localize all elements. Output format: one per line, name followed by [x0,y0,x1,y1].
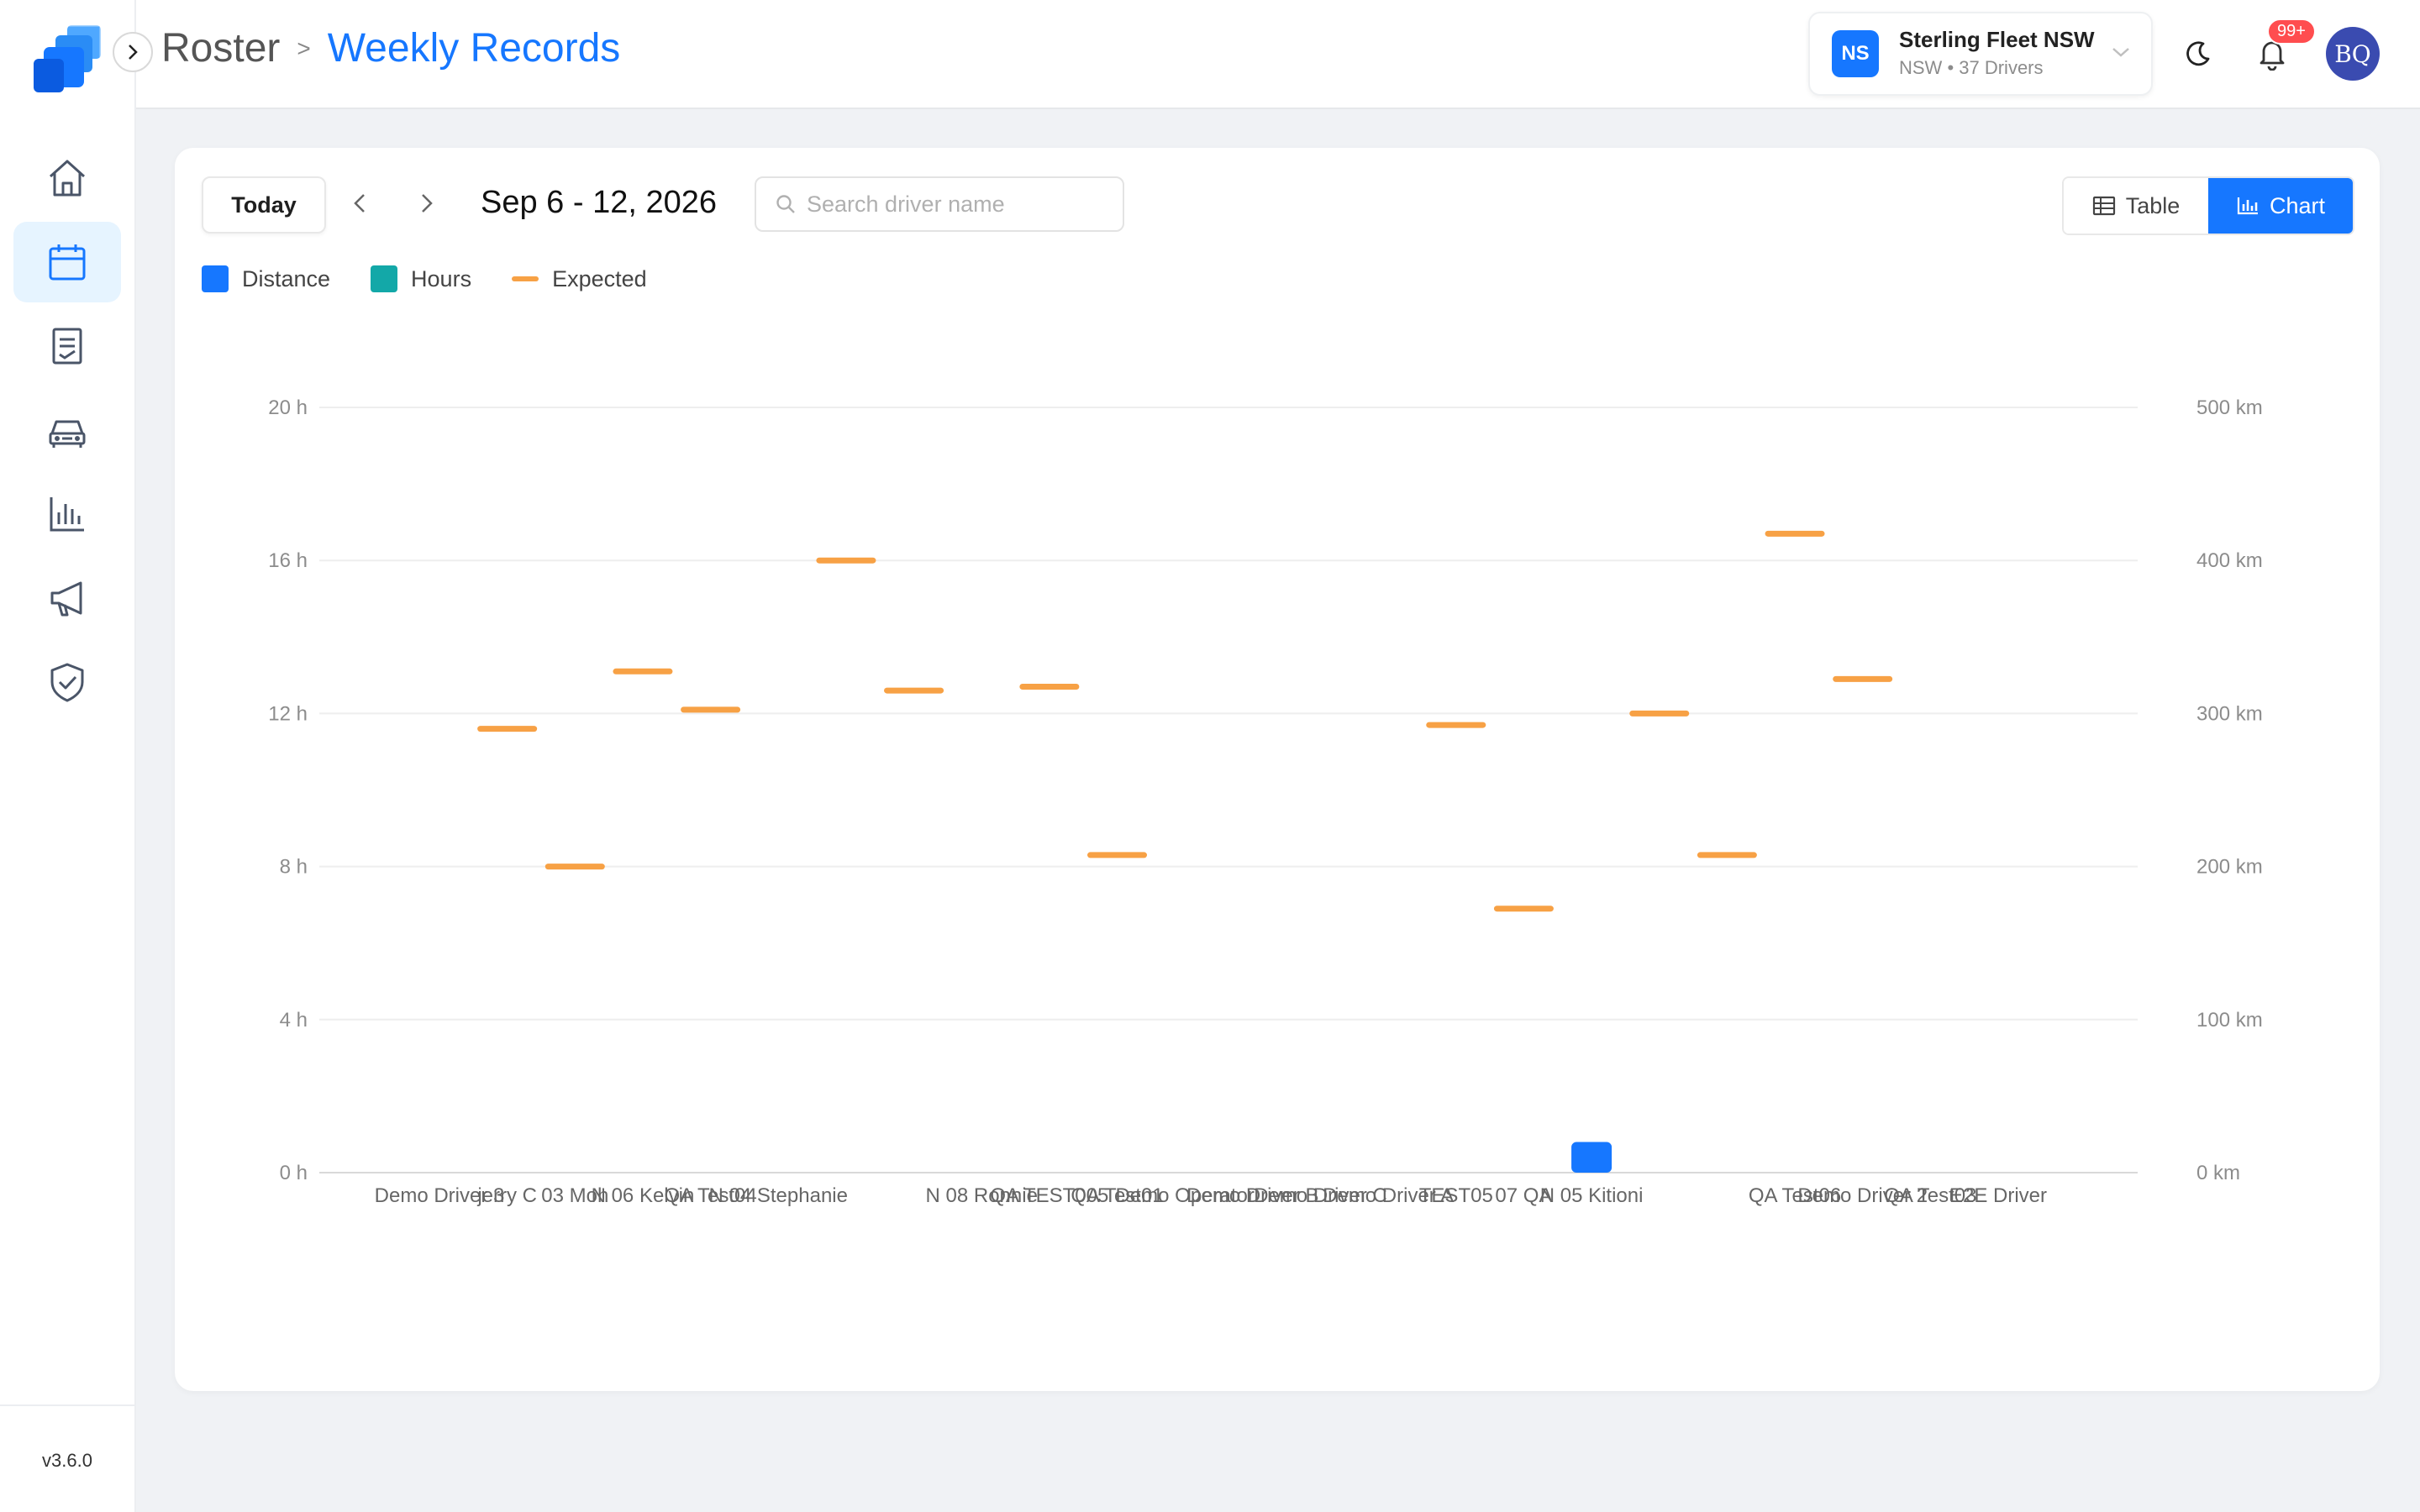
legend-label-expected: Expected [552,265,647,291]
table-view-button[interactable]: Table [2064,178,2208,234]
page-title: Weekly Records [327,26,621,71]
nav-roster[interactable] [13,222,121,302]
breadcrumb-separator: > [297,34,311,61]
org-subtitle: NSW • 37 Drivers [1899,57,2044,78]
date-range-label: Sep 6 - 12, 2026 [481,185,717,220]
y-left-tick-label: 4 h [280,1009,308,1032]
breadcrumb: Roster > Weekly Records [161,25,620,71]
theme-toggle-button[interactable] [2178,34,2218,74]
x-category-label: jerry C [476,1184,537,1207]
y-left-tick-label: 12 h [268,702,308,725]
home-icon [49,160,86,197]
legend-item-expected[interactable]: Expected [512,266,647,292]
app-version: v3.6.0 [42,1450,92,1471]
org-name: Sterling Fleet NSW [1899,27,2095,52]
y-right-tick-label: 200 km [2196,856,2263,879]
user-avatar[interactable]: BQ [2326,27,2380,81]
legend-item-distance[interactable]: Distance [202,265,330,292]
chart-view-label: Chart [2269,192,2326,218]
breadcrumb-root[interactable]: Roster [161,25,280,71]
search-icon [776,195,795,213]
search-input[interactable] [805,190,1119,218]
calendar-icon [49,244,86,281]
megaphone-icon [50,581,82,617]
records-icon [52,328,82,365]
notification-badge: 99+ [2267,18,2316,45]
weekly-chart: 0 h 0 km 4 h 100 km 8 h 200 km 12 h 300 km 16 h 4… [268,396,2263,1207]
sidebar-toggle-button[interactable] [113,32,153,72]
y-left-tick-label: 16 h [268,549,308,572]
nav-home[interactable] [13,138,121,218]
x-category-label: TEST05 [1419,1184,1493,1207]
y-right-tick-label: 100 km [2196,1009,2263,1032]
legend-item-hours[interactable]: Hours [371,265,471,292]
nav-compliance[interactable] [13,642,121,722]
today-button[interactable]: Today [202,176,326,234]
nav-reports[interactable] [13,474,121,554]
expected-swatch [512,276,539,281]
chevron-left-icon [354,194,365,213]
distance-bar [1571,1142,1612,1173]
x-category-label: N 04 Stephanie [709,1184,848,1207]
chart-view-button[interactable]: Chart [2208,178,2353,234]
y-left-tick-label: 8 h [280,856,308,879]
y-left-tick-label: 0 h [280,1162,308,1184]
org-avatar: NS [1832,30,1879,77]
vehicle-icon [49,420,86,448]
distance-swatch [202,265,229,292]
nav-vehicles[interactable] [13,390,121,470]
table-icon [2092,196,2115,216]
y-right-tick-label: 300 km [2196,702,2263,725]
weekly-records-card: 0 h 0 km 4 h 100 km 8 h 200 km 12 h 300 km 16 h 4… [175,148,2380,1391]
x-category-label: E2E Driver [1949,1184,2047,1207]
table-view-label: Table [2125,192,2181,218]
hours-swatch [371,265,398,292]
nav-records[interactable] [13,306,121,386]
bar-chart-icon [2237,197,2258,215]
organization-switcher[interactable]: NS Sterling Fleet NSW NSW • 37 Drivers [1808,12,2153,96]
y-right-tick-label: 0 km [2196,1162,2240,1184]
y-left-tick-label: 20 h [268,396,308,419]
moon-icon [2186,41,2210,66]
chevron-down-icon [2112,48,2129,57]
previous-week-button[interactable] [339,181,380,225]
nav-announcements[interactable] [13,558,121,638]
y-right-tick-label: 500 km [2196,396,2263,419]
sidebar: v3.6.0 [0,0,136,1512]
y-right-tick-label: 400 km [2196,549,2263,572]
driver-search[interactable] [755,176,1124,232]
chevron-right-icon [129,45,138,60]
sidebar-divider [0,1404,134,1406]
shield-check-icon [50,663,84,702]
chevron-right-icon [422,194,433,213]
app-logo[interactable] [30,22,106,96]
bar-chart-icon [50,497,84,532]
chart-legend: Distance Hours Expected [202,265,687,292]
next-week-button[interactable] [407,181,447,225]
legend-label-hours: Hours [411,265,472,291]
x-category-label: N 05 Kitioni [1540,1184,1644,1207]
view-toggle: Table Chart [2062,176,2354,235]
legend-label-distance: Distance [242,265,331,291]
